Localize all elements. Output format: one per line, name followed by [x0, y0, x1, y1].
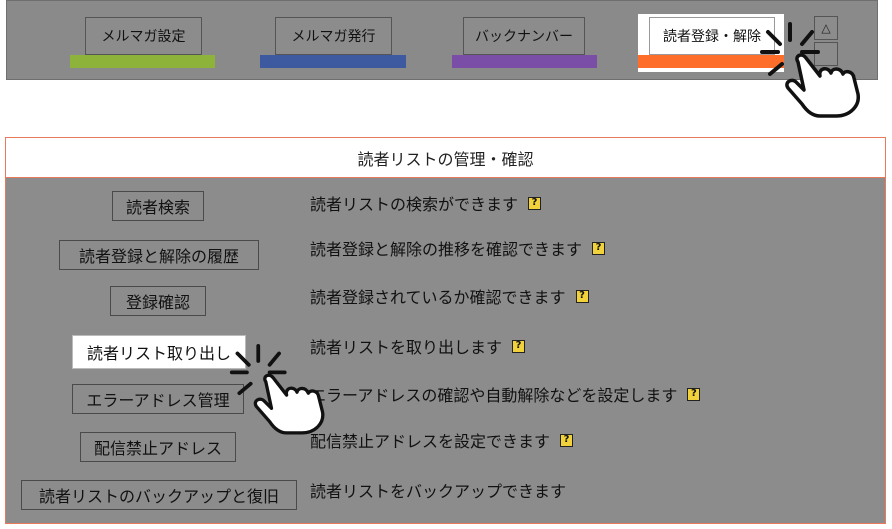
reader-search-button[interactable]: 読者検索: [112, 191, 204, 221]
description-text: 読者登録されているか確認できます: [310, 288, 566, 307]
hand-pointer-click-icon: [760, 22, 860, 118]
help-icon[interactable]: ?: [512, 339, 526, 353]
help-icon[interactable]: ?: [575, 289, 589, 303]
row-description: 読者登録されているか確認できます ?: [310, 284, 589, 308]
panel-title: 読者リストの管理・確認: [5, 137, 886, 178]
description-text: 読者リストの検索ができます: [310, 195, 519, 214]
tab-merumaga-settings[interactable]: メルマガ設定: [85, 17, 202, 55]
help-icon[interactable]: ?: [560, 433, 574, 447]
tab-color-strip-purple: [452, 55, 597, 68]
row-description: 読者リストの検索ができます ?: [310, 191, 542, 215]
description-text: 配信禁止アドレスを設定できます: [310, 432, 551, 451]
row-description: 読者登録と解除の推移を確認できます ?: [310, 236, 606, 260]
description-text: エラーアドレスの確認や自動解除などを設定します: [310, 386, 678, 405]
reader-history-button[interactable]: 読者登録と解除の履歴: [59, 240, 259, 270]
description-text: 読者登録と解除の推移を確認できます: [310, 240, 583, 259]
tab-color-strip-green: [70, 55, 215, 68]
registration-check-button[interactable]: 登録確認: [110, 286, 206, 316]
backup-restore-button[interactable]: 読者リストのバックアップと復旧: [21, 480, 297, 510]
reader-list-export-button[interactable]: 読者リスト取り出し: [72, 335, 246, 369]
help-icon[interactable]: ?: [687, 387, 701, 401]
description-text: 読者リストを取り出します: [310, 338, 503, 357]
description-text: 読者リストをバックアップできます: [310, 482, 567, 501]
blocked-address-button[interactable]: 配信禁止アドレス: [80, 432, 236, 462]
tab-backnumber[interactable]: バックナンバー: [463, 17, 585, 55]
row-description: 読者リストをバックアップできます: [310, 478, 566, 502]
row-description: エラーアドレスの確認や自動解除などを設定します ?: [310, 382, 701, 406]
help-icon[interactable]: ?: [528, 196, 542, 210]
hand-pointer-click-icon: [229, 344, 325, 435]
tab-color-strip-blue: [260, 55, 406, 68]
help-icon[interactable]: ?: [592, 241, 606, 255]
tab-reader-register[interactable]: 読者登録・解除: [649, 17, 775, 55]
row-description: 読者リストを取り出します ?: [310, 334, 526, 358]
tab-merumaga-publish[interactable]: メルマガ発行: [275, 17, 392, 55]
row-description: 配信禁止アドレスを設定できます ?: [310, 428, 574, 452]
error-address-button[interactable]: エラーアドレス管理: [72, 384, 244, 414]
